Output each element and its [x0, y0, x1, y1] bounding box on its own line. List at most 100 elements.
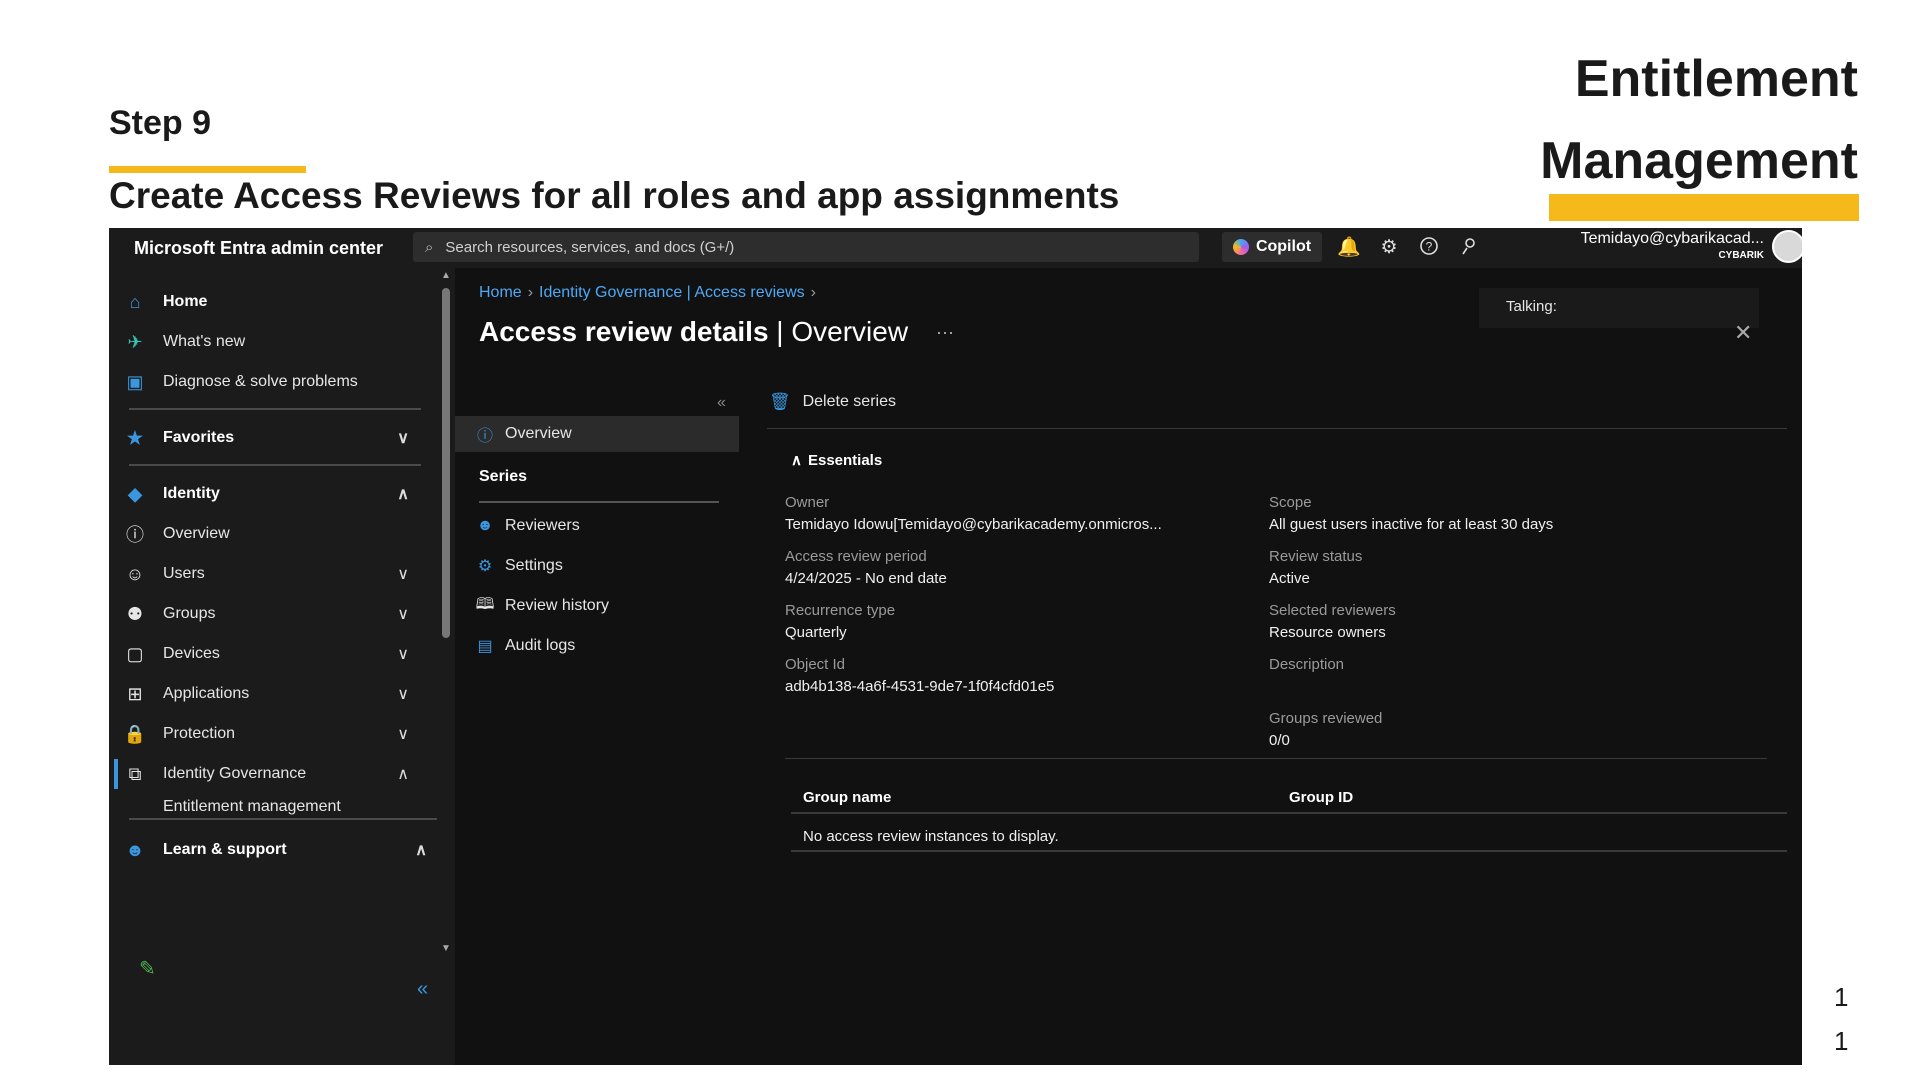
copilot-button[interactable]: Copilot — [1222, 232, 1322, 262]
info-icon: ⓘ — [126, 525, 144, 545]
more-icon[interactable]: ⋯ — [936, 323, 954, 343]
scroll-down-icon[interactable]: ▼ — [441, 943, 451, 954]
nav-item-devices[interactable]: ▢ Devices ∨ — [109, 632, 439, 676]
selected-reviewers-value: Resource owners — [1269, 624, 1386, 641]
book-icon: 🕮 — [475, 595, 495, 613]
left-nav: ▲ ▼ ⌂ Home ✈ What's new ▣ Diagnose & sol… — [109, 268, 455, 1065]
scope-label: Scope — [1269, 494, 1312, 511]
slide-title: Entitlement Management — [1540, 38, 1858, 202]
feedback-icon[interactable] — [1457, 236, 1481, 260]
groups-reviewed-label: Groups reviewed — [1269, 710, 1383, 727]
breadcrumb-access-reviews[interactable]: Identity Governance | Access reviews — [539, 284, 805, 301]
groups-reviewed-value: 0/0 — [1269, 732, 1290, 749]
search-icon: ⌕ — [425, 238, 434, 256]
collapse-subnav-icon[interactable]: « — [717, 394, 726, 412]
selected-reviewers-label: Selected reviewers — [1269, 602, 1396, 619]
chevron-down-icon[interactable]: ∨ — [397, 684, 409, 704]
chevron-right-icon: › — [810, 284, 816, 301]
nav-item-users[interactable]: ☺ Users ∨ — [109, 552, 439, 596]
title-underline — [1549, 194, 1859, 221]
chevron-down-icon[interactable]: ∨ — [397, 428, 409, 448]
subnav-reviewers[interactable]: ☻ Reviewers — [455, 508, 739, 544]
chevron-down-icon[interactable]: ∨ — [397, 564, 409, 584]
collapse-nav-icon[interactable]: « — [417, 978, 428, 1001]
object-id-label: Object Id — [785, 656, 846, 673]
search-input[interactable]: ⌕ Search resources, services, and docs (… — [413, 232, 1199, 262]
subnav-audit-logs[interactable]: ▤ Audit logs — [455, 628, 739, 664]
user-icon: ☺ — [125, 563, 145, 584]
help-icon[interactable]: ? — [1417, 236, 1441, 260]
copilot-icon — [1232, 239, 1249, 255]
subnav-divider — [479, 501, 719, 503]
app-brand[interactable]: Microsoft Entra admin center — [109, 238, 409, 259]
avatar[interactable] — [1772, 230, 1802, 263]
reviewers-icon: ☻ — [476, 517, 494, 534]
nav-item-learn-support[interactable]: ☻ Learn & support ∧ — [109, 828, 439, 872]
lock-icon: 🔒 — [123, 723, 147, 744]
scroll-up-icon[interactable]: ▲ — [441, 270, 451, 281]
page-title-rest: | Overview — [768, 316, 909, 347]
nav-item-label: Applications — [163, 685, 250, 702]
user-org: CYBARIK — [1718, 250, 1764, 261]
chevron-up-icon[interactable]: ∧ — [415, 840, 427, 860]
chevron-up-icon[interactable]: ∧ — [397, 484, 409, 504]
close-icon[interactable]: ✕ — [1734, 320, 1752, 346]
subnav-label: Settings — [505, 557, 563, 574]
user-name[interactable]: Temidayo@cybarikacad... — [1554, 230, 1764, 248]
slide-title-line1: Entitlement — [1574, 50, 1858, 108]
subnav-review-history[interactable]: 🕮 Review history — [455, 588, 739, 624]
identity-icon: ◆ — [128, 483, 142, 504]
nav-item-protection[interactable]: 🔒 Protection ∨ — [109, 712, 439, 756]
page-number: 1 — [1834, 1026, 1849, 1056]
pen-icon[interactable]: ✎ — [139, 956, 156, 981]
gear-icon: ⚙ — [477, 558, 493, 575]
nav-scroll-thumb[interactable] — [442, 288, 450, 638]
nav-item-label: Identity — [163, 485, 220, 502]
breadcrumb: Home › Identity Governance | Access review… — [479, 284, 822, 302]
delete-series-label: Delete series — [802, 393, 896, 410]
nav-item-diagnose[interactable]: ▣ Diagnose & solve problems — [109, 360, 439, 404]
gear-icon[interactable]: ⚙ — [1377, 236, 1401, 260]
nav-item-applications[interactable]: ⊞ Applications ∨ — [109, 672, 439, 716]
description-label: Description — [1269, 656, 1345, 673]
svg-text:?: ? — [1426, 240, 1433, 254]
devices-icon: ▢ — [126, 643, 144, 664]
subnav-settings[interactable]: ⚙ Settings — [455, 548, 739, 584]
chevron-down-icon[interactable]: ∨ — [397, 724, 409, 744]
learn-icon: ☻ — [125, 839, 145, 860]
column-group-name[interactable]: Group name — [803, 789, 891, 806]
bell-icon[interactable]: 🔔 — [1337, 236, 1361, 260]
column-group-id[interactable]: Group ID — [1289, 789, 1353, 806]
scope-value: All guest users inactive for at least 30… — [1269, 516, 1554, 533]
nav-item-label: Diagnose & solve problems — [163, 373, 358, 390]
nav-divider — [129, 818, 437, 820]
command-divider — [767, 428, 1787, 429]
nav-item-whats-new[interactable]: ✈ What's new — [109, 320, 439, 364]
chevron-down-icon[interactable]: ∨ — [397, 604, 409, 624]
nav-item-overview[interactable]: ⓘ Overview — [109, 512, 439, 556]
essentials-label: Essentials — [807, 452, 883, 469]
object-id-value: adb4b138-4a6f-4531-9de7-1f0f4cfd01e5 — [785, 678, 1055, 695]
chevron-down-icon[interactable]: ∨ — [397, 644, 409, 664]
nav-divider — [129, 464, 421, 466]
essentials-toggle[interactable]: ∧ Essentials — [791, 451, 882, 469]
chevron-up-icon[interactable]: ∧ — [397, 764, 409, 784]
nav-item-identity[interactable]: ◆ Identity ∧ — [109, 472, 439, 516]
breadcrumb-home[interactable]: Home — [479, 284, 522, 301]
subnav-label: Reviewers — [505, 517, 580, 534]
rocket-icon: ✈ — [127, 331, 143, 352]
nav-item-groups[interactable]: ⚉ Groups ∨ — [109, 592, 439, 636]
nav-item-entitlement-management[interactable]: Entitlement management — [109, 788, 439, 816]
subnav-overview[interactable]: ⓘ Overview — [455, 416, 739, 452]
entra-screenshot: Microsoft Entra admin center ⌕ Search re… — [109, 228, 1802, 1065]
nav-item-favorites[interactable]: ★ Favorites ∨ — [109, 416, 439, 460]
owner-value[interactable]: Temidayo Idowu[Temidayo@cybarikacademy.o… — [785, 516, 1162, 533]
subnav-label: Audit logs — [505, 637, 576, 654]
nav-item-label: Entitlement management — [163, 798, 341, 815]
nav-item-home[interactable]: ⌂ Home — [109, 280, 439, 324]
delete-series-button[interactable]: 🗑 Delete series — [769, 392, 896, 412]
star-icon: ★ — [126, 427, 144, 448]
subnav-series-heading: Series — [479, 468, 528, 485]
nav-item-label: Users — [163, 565, 205, 582]
nav-item-label: What's new — [163, 333, 246, 350]
